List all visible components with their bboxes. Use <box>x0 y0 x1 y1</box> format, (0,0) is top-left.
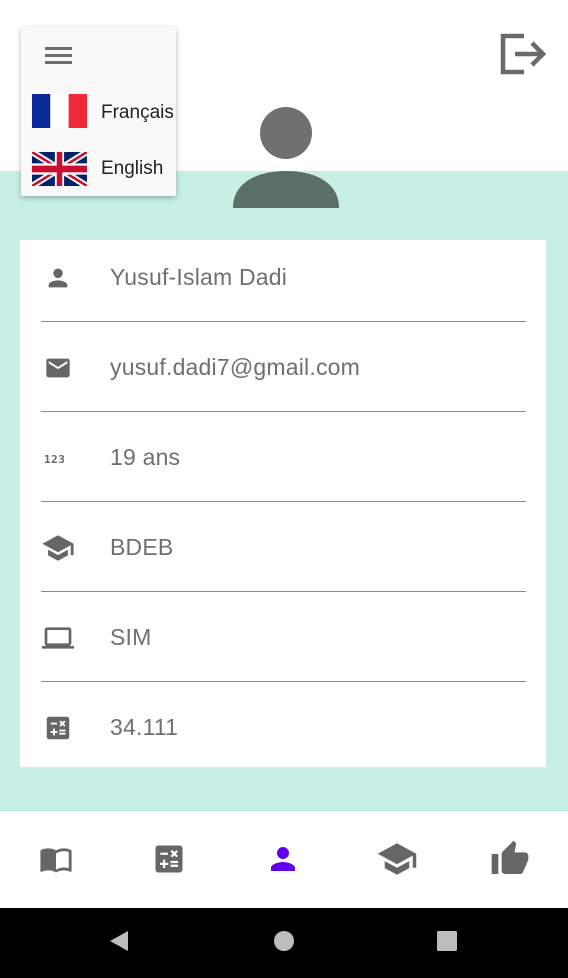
home-circle-icon <box>274 931 294 951</box>
school-icon <box>377 843 417 875</box>
avatar-person-icon <box>233 107 339 208</box>
row-divider <box>41 501 526 502</box>
nav-item-courses[interactable] <box>34 839 78 879</box>
system-back-button[interactable] <box>106 928 132 954</box>
profile-row-average: 34.111 <box>20 690 546 780</box>
calculator-icon <box>40 710 76 746</box>
calculator-icon <box>155 845 183 873</box>
language-menu: Français English <box>21 27 176 196</box>
nav-item-calculator[interactable] <box>147 839 191 879</box>
uk-flag-icon <box>32 152 87 186</box>
person-icon <box>40 260 76 296</box>
system-recents-button[interactable] <box>436 930 458 952</box>
logout-icon <box>500 33 547 75</box>
profile-row-age: 123 19 ans <box>20 420 546 510</box>
language-item-english[interactable]: English <box>21 143 176 193</box>
profile-row-email: yusuf.dadi7@gmail.com <box>20 330 546 420</box>
hamburger-icon-line <box>45 54 72 57</box>
logout-button[interactable] <box>496 28 552 80</box>
nav-item-school[interactable] <box>375 839 419 879</box>
hamburger-icon <box>45 47 72 50</box>
profile-school-value: BDEB <box>110 534 174 560</box>
book-icon <box>40 848 72 873</box>
bottom-navigation <box>0 811 568 908</box>
email-icon <box>40 350 76 386</box>
profile-email-value: yusuf.dadi7@gmail.com <box>110 354 360 380</box>
profile-row-school: BDEB <box>20 510 546 600</box>
avatar <box>228 104 344 212</box>
system-navigation-bar <box>0 908 568 978</box>
nav-item-likes[interactable] <box>488 839 532 879</box>
person-icon <box>271 847 295 871</box>
france-flag-icon <box>32 94 87 128</box>
svg-text:123: 123 <box>44 453 65 466</box>
nav-item-profile[interactable] <box>261 839 305 879</box>
profile-card: Yusuf-Islam Dadi yusuf.dadi7@gmail.com 1… <box>20 240 546 767</box>
row-divider <box>41 411 526 412</box>
language-item-french[interactable]: Français <box>21 88 176 138</box>
language-label: Français <box>101 102 174 123</box>
profile-program-value: SIM <box>110 624 152 650</box>
numbers-icon: 123 <box>40 440 76 476</box>
hamburger-icon-line <box>45 61 72 64</box>
back-triangle-icon <box>110 931 128 951</box>
system-home-button[interactable] <box>272 929 296 953</box>
profile-row-name: Yusuf-Islam Dadi <box>20 240 546 330</box>
thumbs-up-icon <box>491 840 529 874</box>
app-screen: Yusuf-Islam Dadi yusuf.dadi7@gmail.com 1… <box>0 0 568 908</box>
computer-icon <box>40 620 76 656</box>
row-divider <box>41 321 526 322</box>
profile-average-value: 34.111 <box>110 714 179 740</box>
row-divider <box>41 591 526 592</box>
profile-row-program: SIM <box>20 600 546 690</box>
profile-age-value: 19 ans <box>110 444 181 470</box>
menu-button[interactable] <box>43 43 75 67</box>
recents-square-icon <box>437 931 457 951</box>
school-icon <box>40 530 76 566</box>
profile-name-value: Yusuf-Islam Dadi <box>110 264 288 290</box>
row-divider <box>41 681 526 682</box>
language-label: English <box>101 158 164 179</box>
